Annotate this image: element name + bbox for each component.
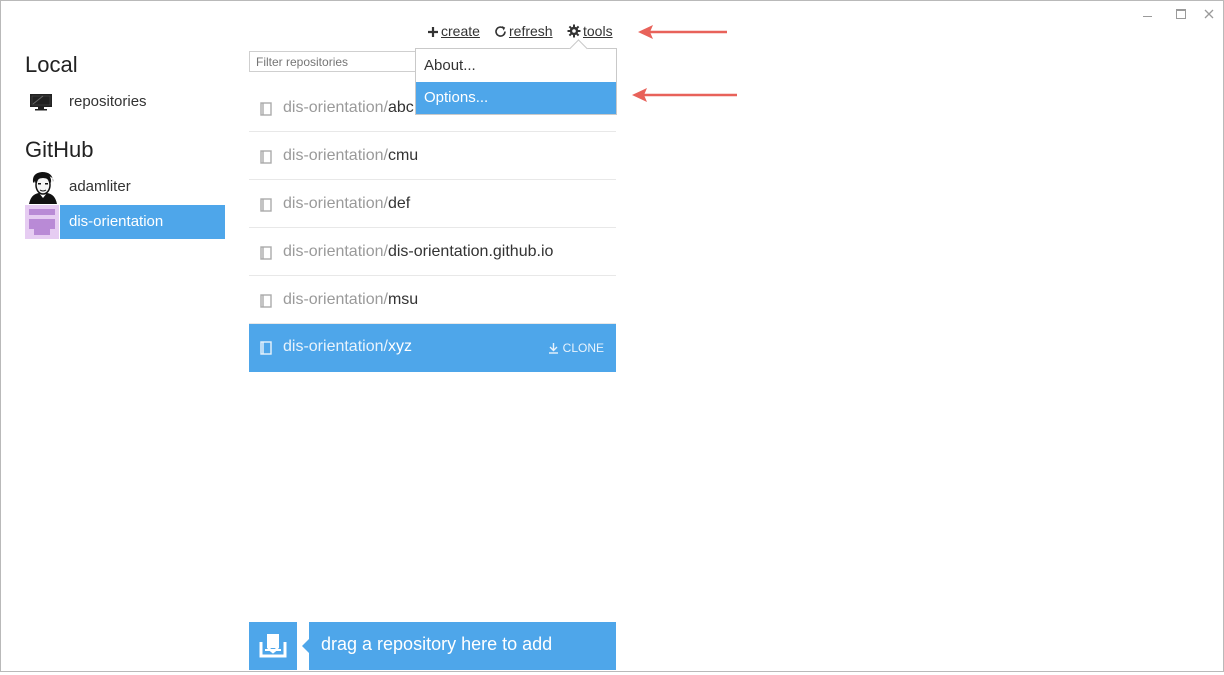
sidebar-item-repositories[interactable]: repositories (25, 85, 225, 119)
book-icon (260, 341, 272, 355)
repo-name: cmu (387, 147, 419, 164)
repo-owner: dis-orientation/msu (283, 291, 419, 308)
repo-owner: dis-orientation/def (283, 195, 411, 212)
inbox-icon (259, 634, 287, 658)
sidebar-item-label: repositories (69, 93, 147, 110)
repo-name: def (387, 195, 411, 212)
repo-row-cmu[interactable]: dis-orientation/cmu (249, 133, 616, 180)
minimize-icon (1142, 16, 1152, 17)
book-icon (260, 198, 272, 212)
gear-icon (567, 24, 581, 38)
clone-label: CLONE (562, 341, 604, 355)
dropzone-text: drag a repository here to add (321, 634, 553, 654)
clone-button[interactable]: CLONE (548, 341, 604, 355)
plus-icon (428, 27, 438, 37)
local-section-title: Local (25, 52, 78, 77)
github-section-title: GitHub (25, 137, 94, 162)
menu-item-options[interactable]: Options... (416, 82, 616, 114)
repo-row-xyz[interactable]: dis-orientation/xyz CLONE (249, 324, 616, 372)
repo-name: abc (387, 99, 414, 116)
sidebar-item-label: adamliter (69, 178, 131, 195)
repo-row-github-io[interactable]: dis-orientation/dis-orientation.github.i… (249, 229, 616, 276)
sidebar-item-label: dis-orientation (69, 213, 164, 230)
sidebar-item-dis-orientation[interactable]: dis-orientation (25, 205, 225, 239)
create-label: create (441, 23, 480, 39)
tools-dropdown-menu: About... Options... (415, 39, 617, 115)
refresh-button[interactable]: refresh (494, 23, 553, 39)
annotation-arrow-options (632, 88, 737, 102)
repo-name: dis-orientation.github.io (387, 243, 554, 260)
maximize-icon (1176, 9, 1186, 19)
repo-name: msu (387, 291, 419, 308)
minimize-button[interactable] (1137, 6, 1157, 22)
close-icon (1204, 9, 1214, 19)
book-icon (260, 102, 272, 116)
tools-button[interactable]: tools (567, 23, 613, 39)
sidebar-item-adamliter[interactable]: adamliter (25, 170, 225, 204)
create-button[interactable]: create (427, 23, 480, 39)
book-icon (260, 246, 272, 260)
repo-owner: dis-orientation/cmu (283, 147, 419, 164)
dropzone[interactable]: drag a repository here to add (302, 622, 616, 670)
book-icon (260, 294, 272, 308)
tools-label: tools (583, 23, 613, 39)
user-avatar (27, 170, 59, 204)
app-window: Local repositories GitHub adamliter dis-… (0, 0, 1224, 672)
repo-owner: dis-orientation/xyz (283, 338, 412, 355)
menu-item-label: Options... (424, 89, 489, 106)
refresh-icon (495, 26, 506, 37)
dropzone-icon-box (249, 622, 297, 670)
org-avatar (25, 205, 59, 239)
refresh-label: refresh (509, 23, 553, 39)
filter-repositories-input[interactable] (249, 51, 419, 72)
repo-owner: dis-orientation/dis-orientation.github.i… (283, 243, 554, 260)
maximize-button[interactable] (1171, 6, 1191, 22)
monitor-icon (30, 94, 52, 111)
repo-row-msu[interactable]: dis-orientation/msu (249, 277, 616, 324)
annotation-arrow-tools (638, 25, 727, 39)
menu-item-about[interactable]: About... (416, 50, 616, 82)
book-icon (260, 150, 272, 164)
close-button[interactable] (1199, 6, 1219, 22)
download-icon (548, 343, 558, 354)
repo-row-def[interactable]: dis-orientation/def (249, 181, 616, 228)
menu-item-label: About... (424, 57, 476, 74)
repo-name: xyz (387, 338, 412, 355)
repo-owner: dis-orientation/abc (283, 99, 414, 116)
